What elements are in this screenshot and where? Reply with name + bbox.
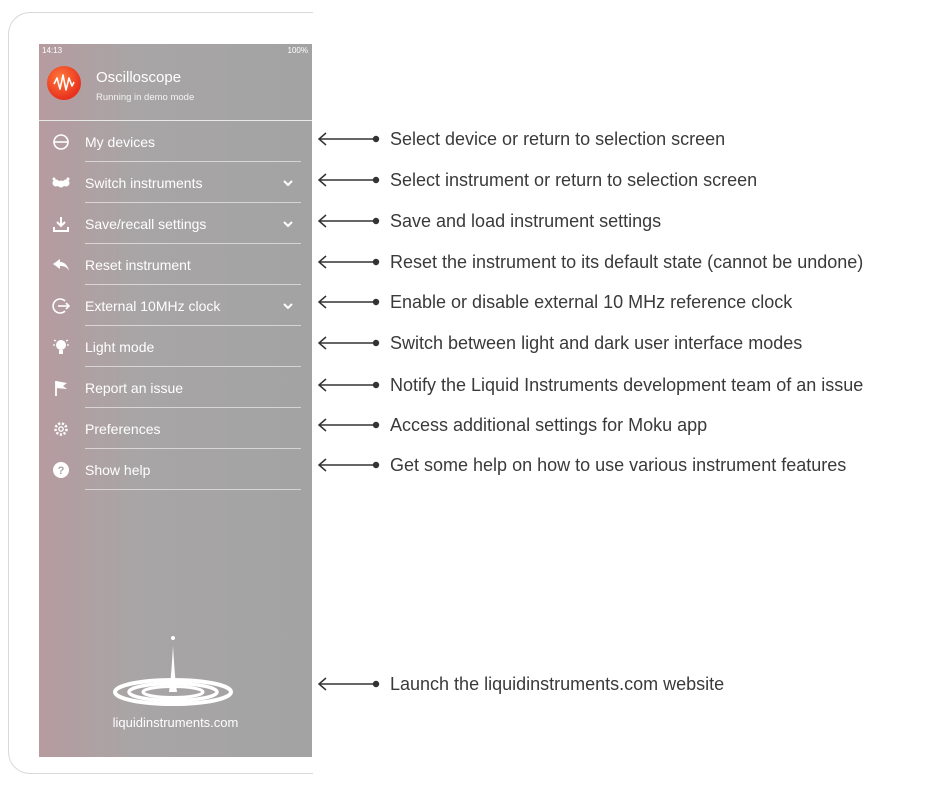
lightbulb-icon <box>51 337 71 357</box>
liquid-instruments-logo[interactable] <box>112 634 234 706</box>
arrow-icon <box>317 255 380 269</box>
menu-list: My devices Switch instruments Save/recal… <box>39 121 312 490</box>
annotation-text: Save and load instrument settings <box>390 211 662 231</box>
menu-item-label: Show help <box>85 462 151 478</box>
arrow-icon <box>317 418 380 432</box>
status-battery: 100% <box>287 46 308 55</box>
download-icon <box>51 214 71 234</box>
waveform-icon <box>47 66 81 100</box>
annotation-text: Enable or disable external 10 MHz refere… <box>390 292 793 312</box>
annotation-text: Access additional settings for Moku app <box>390 415 708 435</box>
external-clock-icon <box>51 296 71 316</box>
menu-item-label: My devices <box>85 134 156 150</box>
menu-item-show-help[interactable]: ? Show help <box>39 449 312 490</box>
app-title: Oscilloscope <box>96 69 182 86</box>
arrow-icon <box>317 214 380 228</box>
switch-instruments-icon <box>51 173 71 193</box>
svg-text:?: ? <box>58 465 65 477</box>
menu-item-save-recall[interactable]: Save/recall settings <box>39 203 312 244</box>
website-link[interactable]: liquidinstruments.com <box>39 715 312 730</box>
arrow-icon <box>317 336 380 350</box>
menu-item-label: Preferences <box>85 421 161 437</box>
menu-item-external-clock[interactable]: External 10MHz clock <box>39 285 312 326</box>
menu-item-switch-instruments[interactable]: Switch instruments <box>39 162 312 203</box>
annotation-text: Get some help on how to use various inst… <box>390 455 847 475</box>
annotation-text: Select device or return to selection scr… <box>390 129 726 149</box>
annotation-text: Switch between light and dark user inter… <box>390 333 803 353</box>
gear-icon <box>51 419 71 439</box>
menu-item-my-devices[interactable]: My devices <box>39 121 312 162</box>
menu-item-light-mode[interactable]: Light mode <box>39 326 312 367</box>
menu-item-label: Report an issue <box>85 380 184 396</box>
annotation-text: Launch the liquidinstruments.com website <box>390 674 725 694</box>
flag-icon <box>51 378 71 398</box>
menu-item-preferences[interactable]: Preferences <box>39 408 312 449</box>
annotation-text: Reset the instrument to its default stat… <box>390 252 864 272</box>
arrow-icon <box>317 677 380 691</box>
arrow-icon <box>317 173 380 187</box>
arrow-icon <box>317 132 380 146</box>
help-icon: ? <box>51 460 71 480</box>
menu-item-reset-instrument[interactable]: Reset instrument <box>39 244 312 285</box>
annotation-text: Select instrument or return to selection… <box>390 170 758 190</box>
app-subtitle: Running in demo mode <box>96 92 195 103</box>
arrow-icon <box>317 295 380 309</box>
annotation-text: Notify the Liquid Instruments developmen… <box>390 375 864 395</box>
chevron-down-icon[interactable] <box>281 217 295 231</box>
menu-item-label: Light mode <box>85 339 155 355</box>
chevron-down-icon[interactable] <box>281 176 295 190</box>
chevron-down-icon[interactable] <box>281 299 295 313</box>
reset-icon <box>51 255 71 275</box>
status-time: 14:13 <box>42 46 63 55</box>
menu-item-report-issue[interactable]: Report an issue <box>39 367 312 408</box>
arrow-icon <box>317 458 380 472</box>
menu-item-label: External 10MHz clock <box>85 298 221 314</box>
side-menu-panel: 14:13 100% Oscilloscope Running in demo … <box>39 44 312 757</box>
menu-item-label: Switch instruments <box>85 175 203 191</box>
menu-divider <box>85 489 301 490</box>
arrow-icon <box>317 378 380 392</box>
menu-item-label: Save/recall settings <box>85 216 207 232</box>
menu-item-label: Reset instrument <box>85 257 191 273</box>
device-icon <box>51 132 71 152</box>
